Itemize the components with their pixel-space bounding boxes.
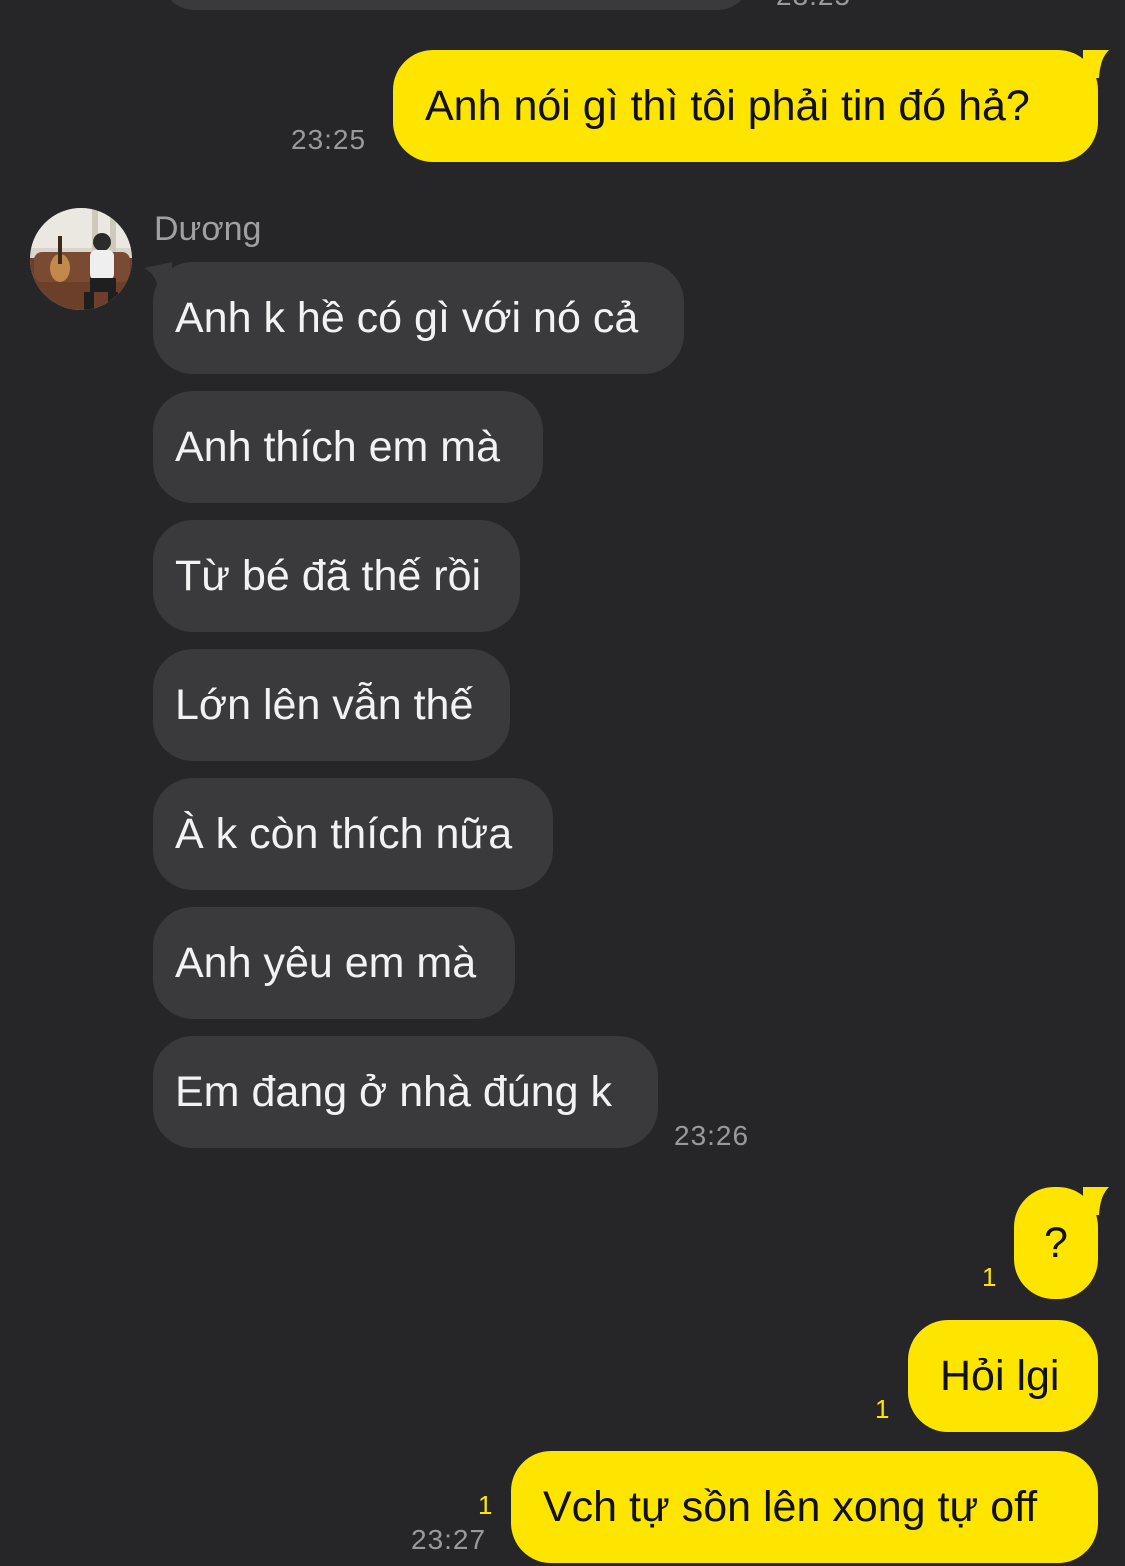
- incoming-message-bubble[interactable]: Anh thích em mà: [153, 391, 543, 503]
- bubble-tail-icon: [1083, 1187, 1109, 1215]
- message-time: 23:25: [291, 124, 367, 155]
- message-text: ?: [1044, 1218, 1068, 1267]
- message-time: 23:26: [674, 1120, 750, 1151]
- message-text: Anh nói gì thì tôi phải tin đó hả?: [425, 81, 1030, 130]
- sender-avatar[interactable]: [30, 208, 132, 310]
- previous-message-bubble-partial[interactable]: [160, 0, 752, 10]
- outgoing-message-bubble[interactable]: Hỏi lgi: [908, 1320, 1098, 1432]
- message-text: Hỏi lgi: [940, 1351, 1060, 1400]
- bubble-tail-icon: [1083, 50, 1109, 78]
- chat-screen: 23:25 23:25 Anh nói gì thì tôi phải tin …: [0, 0, 1125, 1566]
- message-text: Anh thích em mà: [175, 422, 501, 471]
- avatar-photo-icon: [30, 208, 132, 310]
- unread-count: 1: [982, 1262, 997, 1292]
- incoming-message-bubble[interactable]: À k còn thích nữa: [153, 778, 553, 890]
- message-time: 23:27: [411, 1524, 487, 1555]
- outgoing-message-bubble[interactable]: Vch tự sồn lên xong tự off: [511, 1451, 1098, 1563]
- outgoing-message-bubble[interactable]: Anh nói gì thì tôi phải tin đó hả?: [393, 50, 1098, 162]
- incoming-message-bubble[interactable]: Anh yêu em mà: [153, 907, 515, 1019]
- message-text: Anh k hề có gì với nó cả: [175, 293, 639, 342]
- sender-name: Dương: [154, 210, 262, 248]
- incoming-message-bubble[interactable]: Từ bé đã thế rồi: [153, 520, 520, 632]
- message-text: Em đang ở nhà đúng k: [175, 1067, 612, 1116]
- message-text: Lớn lên vẫn thế: [175, 680, 474, 729]
- previous-message-time: 23:25: [776, 0, 851, 12]
- unread-count: 1: [875, 1394, 890, 1424]
- unread-count: 1: [478, 1490, 493, 1520]
- incoming-message-bubble[interactable]: Anh k hề có gì với nó cả: [153, 262, 684, 374]
- message-text: Vch tự sồn lên xong tự off: [543, 1482, 1038, 1531]
- message-text: Anh yêu em mà: [175, 938, 477, 987]
- incoming-message-bubble[interactable]: Em đang ở nhà đúng k: [153, 1036, 658, 1148]
- message-text: À k còn thích nữa: [175, 809, 513, 858]
- incoming-message-bubble[interactable]: Lớn lên vẫn thế: [153, 649, 510, 761]
- message-text: Từ bé đã thế rồi: [175, 551, 482, 600]
